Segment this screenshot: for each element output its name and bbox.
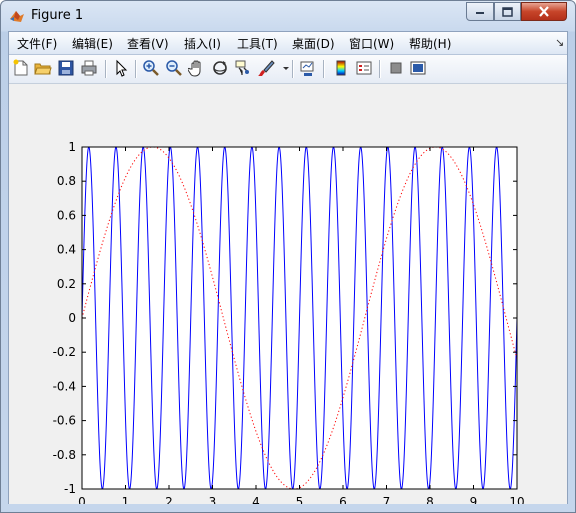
line-chart[interactable]: 0 1 2 3 4 5 6 7 8 9 10 1 0.8 0.6 0.4 0.2 0 -0.2 -0.4 -0.6 -0… (9, 84, 567, 509)
y-tick-label: 0.6 (57, 208, 76, 222)
toolbar-separator (379, 60, 381, 78)
menu-edit[interactable]: 编辑(E) (72, 35, 113, 52)
toolbar-separator (292, 60, 294, 78)
menu-window[interactable]: 窗口(W) (349, 35, 394, 52)
x-tick-label: 4 (252, 495, 260, 504)
toolbar-separator (323, 60, 325, 78)
zoom-in-icon[interactable] (142, 59, 160, 77)
rotate-3d-icon[interactable] (211, 59, 229, 77)
y-tick-label: -0.4 (53, 379, 76, 393)
x-tick-label: 0 (78, 495, 86, 504)
colorbar-icon[interactable] (332, 59, 350, 77)
menu-file[interactable]: 文件(F) (17, 35, 57, 52)
x-tick-label: 2 (165, 495, 173, 504)
x-tick-label: 3 (209, 495, 217, 504)
y-tick-label: -0.2 (53, 345, 76, 359)
minimize-icon (476, 11, 484, 14)
y-tick-label: -0.8 (53, 448, 76, 462)
menu-view[interactable]: 查看(V) (127, 35, 169, 52)
show-plot-tools-icon[interactable] (409, 59, 427, 77)
x-tick-label: 8 (426, 495, 434, 504)
x-tick-label: 6 (339, 495, 347, 504)
window-title: Figure 1 (31, 8, 84, 23)
legend-icon[interactable] (355, 59, 373, 77)
menu-overflow-icon[interactable]: ↘ (555, 36, 564, 49)
x-tick-label: 10 (509, 495, 524, 504)
y-tick-label: 0.4 (57, 243, 76, 257)
link-plot-icon[interactable] (299, 59, 317, 77)
figure-window: Figure 1 文件(F) 编辑(E) 查看(V) 插入(I) 工具(T) 桌… (0, 0, 576, 513)
y-tick-label: -1 (64, 482, 76, 496)
pan-icon[interactable] (188, 59, 206, 77)
y-tick-label: 0.2 (57, 277, 76, 291)
toolbar-separator (105, 60, 107, 78)
toolbar-separator (135, 60, 137, 78)
zoom-out-icon[interactable] (165, 59, 183, 77)
x-tick-label: 1 (122, 495, 130, 504)
menu-desktop[interactable]: 桌面(D) (292, 35, 335, 52)
menu-tools[interactable]: 工具(T) (237, 35, 278, 52)
open-file-icon[interactable] (34, 59, 52, 77)
matlab-logo-icon (9, 8, 25, 24)
menu-help[interactable]: 帮助(H) (409, 35, 451, 52)
y-tick-label: 0 (68, 311, 76, 325)
new-figure-icon[interactable] (12, 59, 30, 77)
y-tick-label: 1 (68, 140, 76, 154)
brush-icon[interactable] (257, 59, 275, 77)
save-icon[interactable] (57, 59, 75, 77)
maximize-icon (502, 6, 513, 17)
minimize-button[interactable] (466, 2, 494, 21)
figure-toolbar (9, 55, 567, 84)
y-tick-label: 0.8 (57, 174, 76, 188)
x-tick-label: 7 (383, 495, 391, 504)
maximize-button[interactable] (494, 2, 521, 21)
x-tick-label: 5 (296, 495, 304, 504)
hide-plot-tools-icon[interactable] (387, 59, 405, 77)
close-icon (539, 6, 549, 17)
pointer-icon[interactable] (112, 59, 130, 77)
title-bar[interactable]: Figure 1 (1, 1, 575, 31)
data-cursor-icon[interactable] (234, 59, 252, 77)
y-tick-label: -0.6 (53, 414, 76, 428)
dropdown-arrow-icon[interactable] (277, 59, 289, 77)
figure-client-area: 文件(F) 编辑(E) 查看(V) 插入(I) 工具(T) 桌面(D) 窗口(W… (8, 31, 568, 509)
menu-bar: 文件(F) 编辑(E) 查看(V) 插入(I) 工具(T) 桌面(D) 窗口(W… (9, 32, 567, 55)
x-tick-label: 9 (470, 495, 478, 504)
plot-area: 0 1 2 3 4 5 6 7 8 9 10 1 0.8 0.6 0.4 0.2 0 -0.2 -0.4 -0.6 -0… (9, 84, 567, 509)
print-icon[interactable] (80, 59, 98, 77)
menu-insert[interactable]: 插入(I) (184, 35, 221, 52)
close-button[interactable] (521, 2, 567, 21)
